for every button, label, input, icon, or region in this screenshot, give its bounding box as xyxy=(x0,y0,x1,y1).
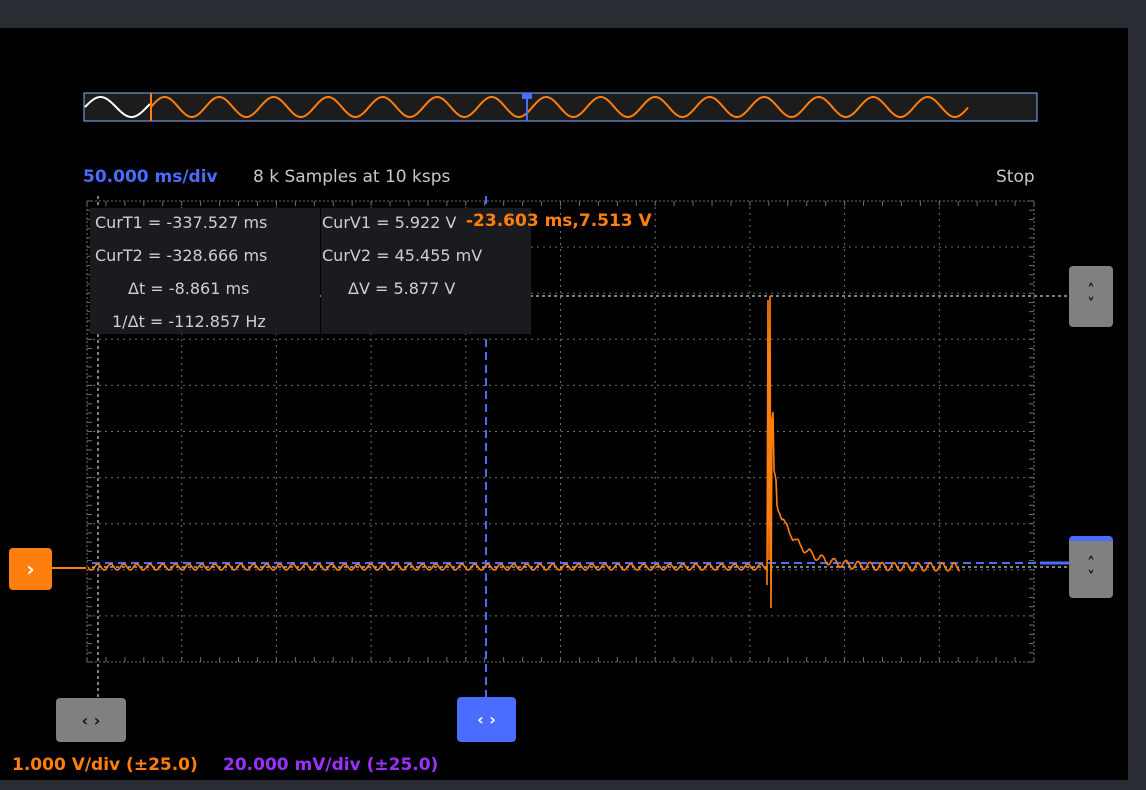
trigger-time-handle[interactable]: ‹ › xyxy=(457,697,516,742)
ch1-scale-label[interactable]: 1.000 V/div (±25.0) xyxy=(12,755,198,775)
ch1-waveform xyxy=(87,295,961,609)
trigger-level-handle[interactable]: ˄ ˅ xyxy=(1069,536,1113,598)
voltage-cursor-1-handle[interactable]: ˄ ˅ xyxy=(1069,266,1113,327)
delta-v-readout: ΔV = 5.877 V xyxy=(348,279,456,298)
curt2-readout: CurT2 = -328.666 ms xyxy=(95,246,268,265)
overview-trigger-marker xyxy=(522,93,532,99)
curv2-readout: CurV2 = 45.455 mV xyxy=(322,246,483,265)
hover-point-readout: -23.603 ms,7.513 V xyxy=(466,211,652,231)
ch2-scale-label[interactable]: 20.000 mV/div (±25.0) xyxy=(223,755,438,775)
left-right-arrows-icon: ‹ › xyxy=(477,710,496,729)
chevron-right-icon: › xyxy=(26,557,35,581)
chevron-down-icon: ˅ xyxy=(1087,294,1095,313)
overview-strip[interactable] xyxy=(83,92,1038,122)
curt1-readout: CurT1 = -337.527 ms xyxy=(95,213,268,232)
time-cursor-1-handle[interactable]: ‹ › xyxy=(56,698,126,742)
left-right-arrows-icon: ‹ › xyxy=(81,710,101,730)
delta-t-readout: Δt = -8.861 ms xyxy=(128,279,250,298)
chevron-down-icon: ˅ xyxy=(1087,567,1095,586)
waveform-canvas xyxy=(52,92,1084,700)
timebase-label[interactable]: 50.000 ms/div xyxy=(83,167,218,187)
run-state-label: Stop xyxy=(996,167,1035,187)
inverse-delta-t-readout: 1/Δt = -112.857 Hz xyxy=(112,312,266,331)
time-cursor-readout: CurT1 = -337.527 ms CurT2 = -328.666 ms … xyxy=(90,208,320,334)
ch1-offset-marker[interactable]: › xyxy=(9,548,52,590)
curv1-readout: CurV1 = 5.922 V xyxy=(322,213,457,232)
samples-label: 8 k Samples at 10 ksps xyxy=(253,167,451,187)
